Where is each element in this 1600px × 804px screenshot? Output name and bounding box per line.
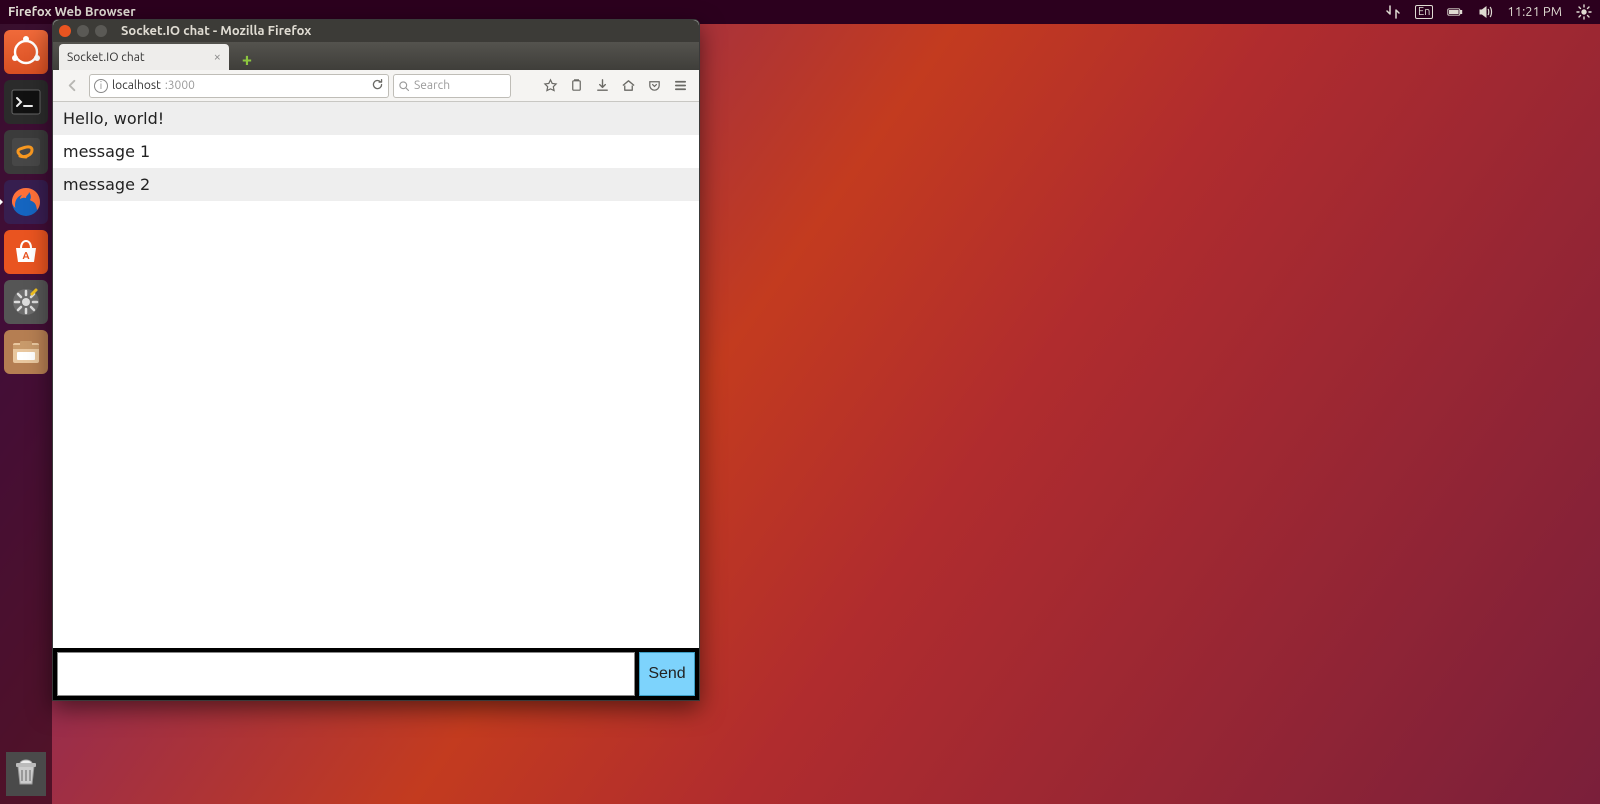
launcher-files[interactable] [4, 330, 48, 374]
pocket-icon[interactable] [641, 73, 667, 99]
launcher-trash[interactable] [6, 752, 46, 796]
hamburger-menu-icon[interactable] [667, 73, 693, 99]
message-list: Hello, world! message 1 message 2 [53, 102, 699, 201]
reload-icon[interactable] [371, 78, 384, 94]
send-button[interactable]: Send [639, 652, 695, 696]
url-bar[interactable]: i localhost :3000 [89, 74, 389, 98]
search-placeholder: Search [414, 79, 450, 92]
bookmark-star-icon[interactable] [537, 73, 563, 99]
launcher-firefox[interactable] [4, 180, 48, 224]
window-minimize-button[interactable] [77, 25, 89, 37]
url-port: :3000 [165, 79, 195, 92]
firefox-window: Socket.IO chat - Mozilla Firefox Socket.… [52, 19, 700, 701]
clock[interactable]: 11:21 PM [1507, 5, 1562, 19]
site-info-icon[interactable]: i [94, 79, 108, 93]
network-indicator-icon[interactable] [1385, 4, 1401, 20]
launcher-sublime[interactable] [4, 130, 48, 174]
back-button[interactable] [59, 73, 85, 99]
chat-form: Send [53, 648, 699, 700]
tab-strip: Socket.IO chat × + [53, 42, 699, 70]
page-content: Hello, world! message 1 message 2 [53, 102, 699, 648]
sound-indicator-icon[interactable] [1477, 4, 1493, 20]
window-maximize-button[interactable] [95, 25, 107, 37]
active-app-title: Firefox Web Browser [8, 5, 136, 19]
message-item: Hello, world! [53, 102, 699, 135]
system-gear-icon[interactable] [1576, 4, 1592, 20]
tab-close-icon[interactable]: × [214, 50, 221, 64]
window-titlebar[interactable]: Socket.IO chat - Mozilla Firefox [53, 20, 699, 42]
message-item: message 2 [53, 168, 699, 201]
svg-text:A: A [22, 250, 29, 261]
window-title: Socket.IO chat - Mozilla Firefox [121, 24, 311, 38]
navigation-toolbar: i localhost :3000 Search [53, 70, 699, 102]
tab-active[interactable]: Socket.IO chat × [59, 44, 229, 70]
new-tab-button[interactable]: + [237, 50, 257, 70]
search-bar[interactable]: Search [393, 74, 511, 98]
unity-launcher: A [0, 24, 52, 804]
launcher-terminal[interactable] [4, 80, 48, 124]
library-icon[interactable] [563, 73, 589, 99]
launcher-settings[interactable] [4, 280, 48, 324]
url-host: localhost [112, 79, 161, 92]
keyboard-layout-indicator[interactable]: En [1415, 5, 1433, 19]
launcher-dash[interactable] [4, 30, 48, 74]
message-item: message 1 [53, 135, 699, 168]
battery-indicator-icon[interactable] [1447, 4, 1463, 20]
home-icon[interactable] [615, 73, 641, 99]
chat-input[interactable] [57, 652, 635, 696]
tab-label: Socket.IO chat [67, 51, 145, 64]
downloads-icon[interactable] [589, 73, 615, 99]
window-close-button[interactable] [59, 25, 71, 37]
launcher-software[interactable]: A [4, 230, 48, 274]
